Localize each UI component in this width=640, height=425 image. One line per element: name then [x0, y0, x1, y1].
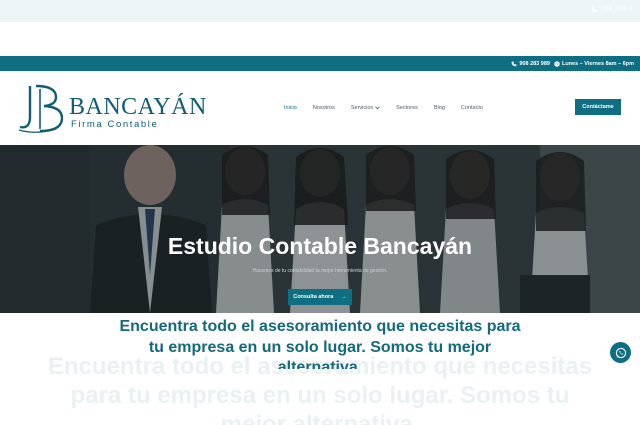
nav-item-label: Sectores — [396, 105, 418, 111]
nav-item-label: Blog — [433, 105, 445, 111]
site-header: BANCAYÁN Firma Contable Inicio Nosotros … — [0, 71, 640, 145]
logo[interactable]: BANCAYÁN Firma Contable — [16, 83, 206, 135]
page: 908 283 9 908 283 989 Lunes – Viernes 8a… — [0, 0, 640, 425]
hero-title: Estudio Contable Bancayán — [167, 233, 473, 259]
ghost-phone-text: 908 283 9 — [600, 6, 632, 13]
nav-item-inicio[interactable]: Inicio — [284, 105, 297, 111]
chevron-down-icon — [375, 106, 381, 110]
intro-heading: Encuentra todo el asesoramiento que nece… — [119, 318, 521, 369]
hero-overlay — [0, 145, 640, 313]
ghost-top-bar: 908 283 9 — [0, 0, 640, 22]
contact-button[interactable]: Contáctame — [575, 99, 621, 115]
nav-item-label: Nosotros — [312, 105, 335, 111]
nav-item-label: Contacto — [460, 105, 483, 111]
clock-icon — [554, 60, 560, 67]
nav-item-sectores[interactable]: Sectores — [396, 105, 418, 111]
nav-item-label: Servicios — [350, 105, 374, 111]
phone-icon — [511, 61, 517, 66]
main-nav: Inicio Nosotros Servicios Sectores Blog … — [284, 105, 499, 111]
phone-icon — [591, 6, 598, 13]
hero-subtitle: Hacemos de tu contabilidad tu mejor herr… — [252, 268, 388, 274]
topbar-phone-text: 908 283 989 — [519, 60, 550, 67]
logo-name: BANCAYÁN — [69, 94, 207, 120]
whatsapp-icon — [615, 347, 626, 358]
whatsapp-button[interactable] — [610, 342, 631, 363]
logo-subtitle: Firma Contable — [71, 119, 159, 130]
ghost-phone: 908 283 9 — [591, 6, 632, 13]
nav-item-servicios[interactable]: Servicios — [350, 105, 381, 111]
arrow-right-icon: → — [341, 294, 347, 300]
logo-mark-icon — [18, 84, 64, 133]
topbar-hours-text: Lunes – Viernes 8am – 6pm — [561, 60, 634, 67]
nav-item-blog[interactable]: Blog — [434, 105, 445, 111]
topbar-phone[interactable]: 908 283 989 — [511, 61, 550, 67]
ghost-strip — [0, 22, 640, 56]
top-info-bar: 908 283 989 Lunes – Viernes 8am – 6pm — [0, 56, 640, 71]
hero-banner: Estudio Contable Bancayán Hacemos de tu … — [0, 145, 640, 313]
consult-now-button[interactable]: Consulta ahora → — [288, 289, 352, 305]
topbar-hours: Lunes – Viernes 8am – 6pm — [554, 61, 634, 67]
nav-item-contacto[interactable]: Contacto — [461, 105, 483, 111]
nav-item-nosotros[interactable]: Nosotros — [313, 105, 335, 111]
consult-now-label: Consulta ahora — [293, 294, 334, 300]
nav-item-label: Inicio — [284, 105, 297, 111]
